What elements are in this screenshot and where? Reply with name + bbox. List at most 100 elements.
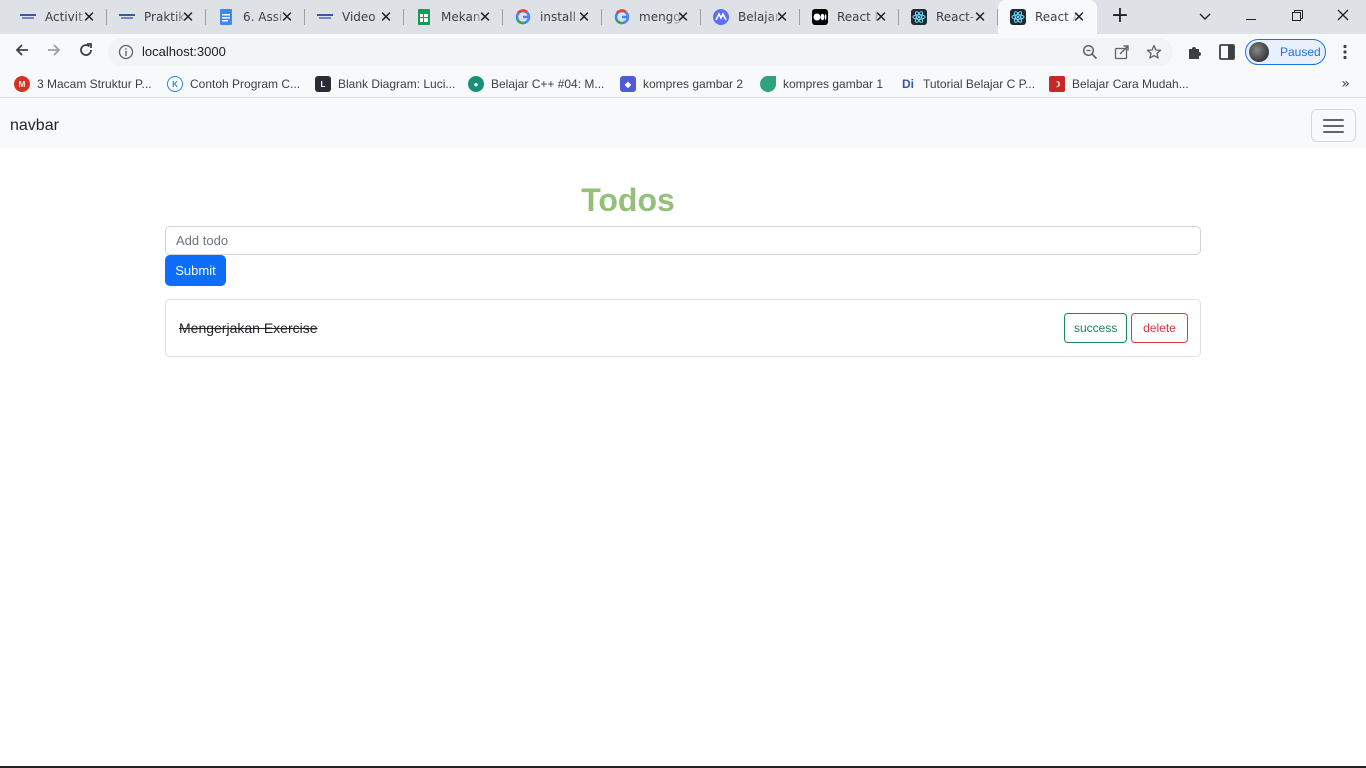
navbar-brand[interactable]: navbar [10, 117, 59, 135]
bookmark-item[interactable]: L Blank Diagram: Luci... [315, 76, 455, 92]
side-panel-icon[interactable] [1218, 43, 1236, 61]
react-icon [911, 9, 927, 25]
bookmark-label: Blank Diagram: Luci... [338, 77, 456, 91]
chevron-down-icon [1199, 9, 1211, 25]
minimize-button[interactable] [1228, 0, 1274, 34]
medium-icon [812, 9, 828, 25]
tab-google-search[interactable]: mengg ✕ [602, 0, 701, 34]
close-icon[interactable]: ✕ [477, 9, 493, 25]
bookmark-label: Tutorial Belajar C P... [923, 77, 1036, 91]
pens-icon [20, 9, 36, 25]
share-icon[interactable] [1114, 44, 1130, 60]
close-window-button[interactable] [1320, 0, 1366, 34]
bookmark-favicon-icon: ☽ [1049, 76, 1065, 92]
url-text: localhost:3000 [142, 44, 226, 59]
bookmarks-bar: M 3 Macam Struktur P... K Contoh Program C… [0, 70, 1366, 98]
address-bar[interactable]: localhost:3000 [108, 38, 1173, 66]
bookmark-label: Contoh Program C... [190, 77, 301, 91]
bookmark-item[interactable]: M 3 Macam Struktur P... [14, 76, 152, 92]
react-icon [1010, 9, 1026, 25]
avatar [1249, 42, 1269, 62]
close-icon[interactable]: ✕ [81, 9, 97, 25]
arrow-left-icon [14, 42, 30, 62]
tab-video[interactable]: Video ✕ [305, 0, 404, 34]
google-icon [515, 9, 531, 25]
pens-icon [317, 9, 333, 25]
bookmark-label: kompres gambar 2 [643, 77, 744, 91]
menu-dots-icon[interactable] [1336, 43, 1354, 61]
delete-button[interactable]: delete [1131, 313, 1188, 343]
bookmark-favicon-icon: M [14, 76, 30, 92]
close-icon[interactable]: ✕ [675, 9, 691, 25]
close-icon[interactable]: ✕ [180, 9, 196, 25]
bookmark-label: 3 Macam Struktur P... [37, 77, 152, 91]
browser-toolbar: localhost:3000 Paused [0, 34, 1366, 70]
info-icon[interactable] [118, 44, 134, 60]
tab-assignment[interactable]: 6. Assi ✕ [206, 0, 305, 34]
bookmark-favicon-icon: ● [468, 76, 484, 92]
profile-status: Paused [1280, 45, 1321, 59]
star-icon[interactable] [1146, 44, 1162, 60]
navbar-toggler-button[interactable] [1311, 109, 1356, 142]
bookmark-favicon-icon [760, 76, 776, 92]
bookmark-item[interactable]: ● Belajar C++ #04: M... [468, 76, 604, 92]
todo-text: Mengerjakan Exercise [179, 320, 318, 336]
close-icon [1337, 9, 1349, 25]
success-button[interactable]: success [1064, 313, 1127, 343]
sheets-icon [416, 9, 432, 25]
tab-install[interactable]: install ✕ [503, 0, 602, 34]
profile-button[interactable]: Paused [1245, 39, 1326, 65]
pens-icon [119, 9, 135, 25]
page-content: navbar Todos Submit Mengerjakan Exercise… [0, 99, 1366, 768]
tab-strip: Activit ✕ Praktik ✕ 6. Assi ✕ Video ✕ Me… [0, 0, 1366, 34]
tab-activity[interactable]: Activit ✕ [8, 0, 107, 34]
todo-item: Mengerjakan Exercise success delete [165, 299, 1201, 357]
arrow-right-icon [46, 42, 62, 62]
reload-icon [78, 42, 94, 62]
bookmark-item[interactable]: ☽ Belajar Cara Mudah... [1049, 76, 1189, 92]
more-bookmarks-icon[interactable]: » [1341, 76, 1350, 92]
tab-react-dash[interactable]: React- ✕ [899, 0, 998, 34]
bookmark-label: Belajar Cara Mudah... [1072, 77, 1189, 91]
tab-search-button[interactable] [1182, 0, 1228, 34]
close-icon[interactable]: ✕ [774, 9, 790, 25]
bookmark-item[interactable]: K Contoh Program C... [167, 76, 300, 92]
close-icon[interactable]: ✕ [873, 9, 889, 25]
forward-button[interactable] [41, 39, 67, 65]
dicoding-icon [713, 9, 729, 25]
bookmark-item[interactable]: ◆ kompres gambar 2 [620, 76, 743, 92]
reload-button[interactable] [73, 39, 99, 65]
close-icon[interactable]: ✕ [378, 9, 394, 25]
hamburger-icon [1323, 119, 1344, 121]
restore-icon [1291, 9, 1303, 25]
close-icon[interactable]: ✕ [279, 9, 295, 25]
close-icon[interactable]: ✕ [972, 9, 988, 25]
tab-react-app[interactable]: React A ✕ [998, 0, 1097, 34]
add-todo-input[interactable] [165, 226, 1201, 255]
tab-mekanisme[interactable]: Mekan ✕ [404, 0, 503, 34]
submit-button[interactable]: Submit [165, 255, 226, 286]
docs-icon [218, 9, 234, 25]
back-button[interactable] [9, 39, 35, 65]
extensions-icon[interactable] [1186, 43, 1204, 61]
bookmark-item[interactable]: kompres gambar 1 [760, 76, 883, 92]
bookmark-label: Belajar C++ #04: M... [491, 77, 605, 91]
tab-react-medium[interactable]: React b ✕ [800, 0, 899, 34]
tab-belajar[interactable]: Belajar ✕ [701, 0, 800, 34]
close-icon[interactable]: ✕ [1071, 9, 1087, 25]
google-icon [614, 9, 630, 25]
bookmark-label: kompres gambar 1 [783, 77, 884, 91]
bookmark-favicon-icon: L [315, 76, 331, 92]
bookmark-favicon-icon: ◆ [620, 76, 636, 92]
new-tab-button[interactable]: + [1108, 5, 1132, 29]
tab-praktikum[interactable]: Praktik ✕ [107, 0, 206, 34]
bookmark-favicon-icon: Di [902, 77, 914, 91]
zoom-icon[interactable] [1082, 44, 1098, 60]
bookmark-item[interactable]: Di Tutorial Belajar C P... [900, 76, 1035, 92]
restore-button[interactable] [1274, 0, 1320, 34]
app-navbar: navbar [0, 99, 1366, 148]
bookmark-favicon-icon: K [167, 76, 183, 92]
page-title: Todos [581, 182, 675, 218]
minimize-icon [1246, 9, 1256, 25]
close-icon[interactable]: ✕ [576, 9, 592, 25]
